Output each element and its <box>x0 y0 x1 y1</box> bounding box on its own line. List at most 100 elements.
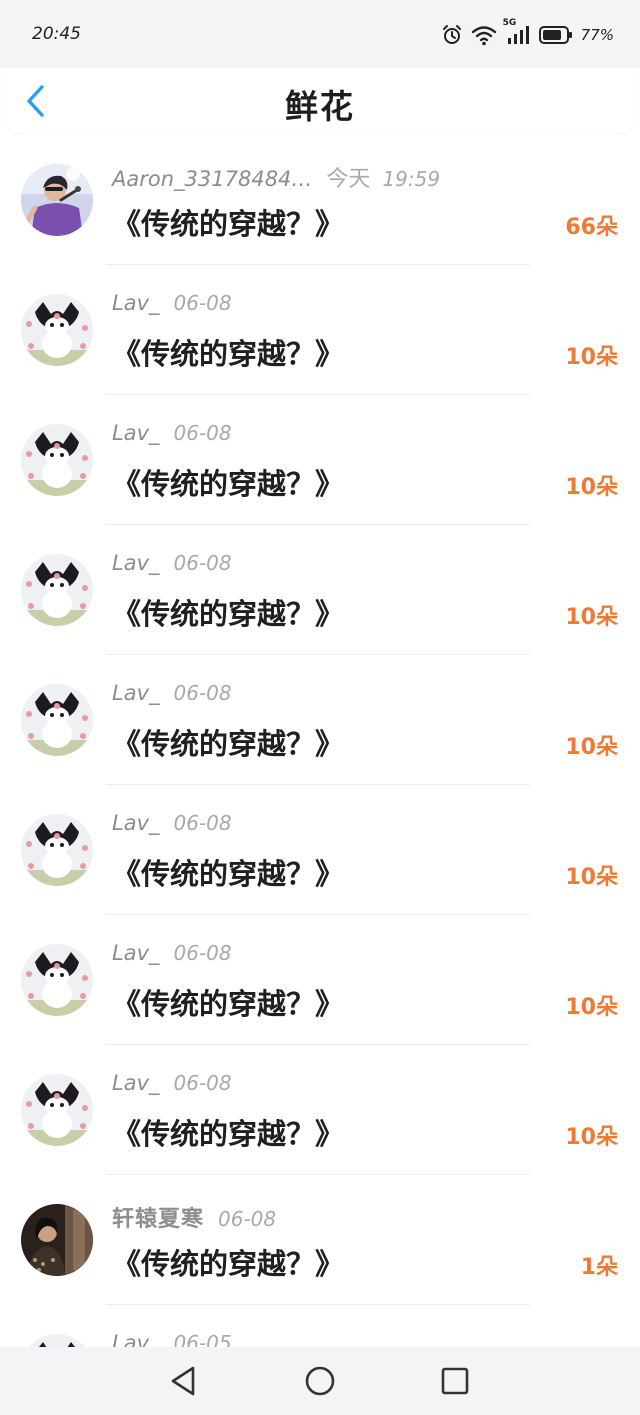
post-date: 06-08 <box>173 551 232 575</box>
user-avatar[interactable] <box>21 424 93 496</box>
list-item[interactable]: Lav_ 06-08 《传统的穿越？》 10朵 <box>0 265 640 395</box>
book-title[interactable]: 《传统的穿越？》 <box>112 461 344 503</box>
kuromi-avatar <box>21 684 93 756</box>
flower-count: 66朵 <box>565 215 618 240</box>
recent-square-icon <box>441 1367 469 1395</box>
app-header: 鲜花 <box>2 68 638 134</box>
user-name[interactable]: Lav_ <box>112 1071 160 1095</box>
book-title[interactable]: 《传统的穿越？》 <box>112 721 344 763</box>
user-name[interactable]: Lav_ <box>112 1331 160 1347</box>
book-title[interactable]: 《传统的穿越？》 <box>112 1111 344 1153</box>
kuromi-avatar <box>21 1334 93 1347</box>
user-name[interactable]: Lav_ <box>112 421 160 445</box>
user-name[interactable]: Aaron_33178484… <box>112 167 312 191</box>
user-name[interactable]: Lav_ <box>112 811 160 835</box>
post-date: 06-05 <box>173 1331 232 1347</box>
user-name[interactable]: Lav_ <box>112 291 160 315</box>
item-meta: Lav_ 06-08 <box>112 681 232 705</box>
list-item[interactable]: Lav_ 06-08 《传统的穿越？》 10朵 <box>0 785 640 915</box>
flower-count: 10朵 <box>565 865 618 890</box>
battery-icon <box>538 25 573 45</box>
book-title[interactable]: 《传统的穿越？》 <box>112 851 344 893</box>
nav-home-button[interactable] <box>302 1363 338 1399</box>
kuromi-avatar <box>21 424 93 496</box>
page-title: 鲜花 <box>285 87 355 126</box>
battery-percentage: 77% <box>580 26 614 44</box>
kuromi-avatar <box>21 814 93 886</box>
user-avatar[interactable] <box>21 1074 93 1146</box>
flower-count: 10朵 <box>565 1125 618 1150</box>
item-meta: Lav_ 06-05 <box>112 1331 232 1347</box>
kuromi-avatar <box>21 294 93 366</box>
list-item[interactable]: Lav_ 06-08 《传统的穿越？》 10朵 <box>0 655 640 785</box>
post-date: 今天 19:59 <box>326 161 440 193</box>
user-avatar[interactable] <box>21 164 93 236</box>
list-item[interactable]: Lav_ 06-05 <box>0 1305 640 1347</box>
list-item[interactable]: Lav_ 06-08 《传统的穿越？》 10朵 <box>0 525 640 655</box>
user-avatar[interactable] <box>21 814 93 886</box>
item-meta: 轩辕夏寒 06-08 <box>112 1201 276 1233</box>
screen: 20:45 5G 77% 鲜花 Aaron_33178484… 今天 19:59… <box>0 0 640 1415</box>
user-name[interactable]: Lav_ <box>112 551 160 575</box>
alarm-icon <box>441 24 463 46</box>
signal-icon: 5G <box>503 18 531 46</box>
list-item[interactable]: 轩辕夏寒 06-08 《传统的穿越？》 1朵 <box>0 1175 640 1305</box>
item-meta: Lav_ 06-08 <box>112 941 232 965</box>
network-type: 5G <box>502 18 517 28</box>
user-avatar[interactable] <box>21 1334 93 1347</box>
post-date: 06-08 <box>173 291 232 315</box>
flower-count: 1朵 <box>580 1255 618 1280</box>
nav-recent-button[interactable] <box>437 1363 473 1399</box>
photo-avatar-singer <box>21 164 93 236</box>
user-avatar[interactable] <box>21 684 93 756</box>
user-avatar[interactable] <box>21 294 93 366</box>
system-navigation-bar <box>0 1347 640 1415</box>
home-circle-icon <box>305 1366 335 1396</box>
item-meta: Lav_ 06-08 <box>112 291 232 315</box>
user-avatar[interactable] <box>21 944 93 1016</box>
item-meta: Lav_ 06-08 <box>112 1071 232 1095</box>
list-item[interactable]: Lav_ 06-08 《传统的穿越？》 10朵 <box>0 395 640 525</box>
book-title[interactable]: 《传统的穿越？》 <box>112 591 344 633</box>
nav-back-button[interactable] <box>165 1363 201 1399</box>
status-bar: 20:45 5G 77% <box>0 0 640 68</box>
flower-count: 10朵 <box>565 995 618 1020</box>
user-name[interactable]: Lav_ <box>112 941 160 965</box>
book-title[interactable]: 《传统的穿越？》 <box>112 981 344 1023</box>
date-time: 19:59 <box>382 167 441 191</box>
book-title[interactable]: 《传统的穿越？》 <box>112 331 344 373</box>
book-title[interactable]: 《传统的穿越？》 <box>112 1241 344 1283</box>
kuromi-avatar <box>21 944 93 1016</box>
user-name[interactable]: 轩辕夏寒 <box>112 1201 204 1233</box>
user-avatar[interactable] <box>21 1204 93 1276</box>
book-title[interactable]: 《传统的穿越？》 <box>112 201 344 243</box>
kuromi-avatar <box>21 1074 93 1146</box>
post-date: 06-08 <box>173 1071 232 1095</box>
post-date: 06-08 <box>173 421 232 445</box>
kuromi-avatar <box>21 554 93 626</box>
photo-avatar-woman <box>21 1204 93 1276</box>
flower-count: 10朵 <box>565 475 618 500</box>
item-meta: Aaron_33178484… 今天 19:59 <box>112 161 440 193</box>
list-item[interactable]: Lav_ 06-08 《传统的穿越？》 10朵 <box>0 915 640 1045</box>
status-icons: 5G 77% <box>441 18 614 48</box>
list-item[interactable]: Lav_ 06-08 《传统的穿越？》 10朵 <box>0 1045 640 1175</box>
wifi-icon <box>471 24 497 46</box>
flower-count: 10朵 <box>565 605 618 630</box>
item-meta: Lav_ 06-08 <box>112 421 232 445</box>
date-prefix: 今天 <box>326 167 371 192</box>
post-date: 06-08 <box>218 1207 277 1231</box>
list-item[interactable]: Aaron_33178484… 今天 19:59 《传统的穿越？》 66朵 <box>0 135 640 265</box>
user-avatar[interactable] <box>21 554 93 626</box>
post-date: 06-08 <box>173 941 232 965</box>
item-meta: Lav_ 06-08 <box>112 551 232 575</box>
item-meta: Lav_ 06-08 <box>112 811 232 835</box>
post-date: 06-08 <box>173 811 232 835</box>
post-date: 06-08 <box>173 681 232 705</box>
flower-gift-list[interactable]: Aaron_33178484… 今天 19:59 《传统的穿越？》 66朵 La… <box>0 135 640 1347</box>
back-triangle-icon <box>171 1366 195 1396</box>
flower-count: 10朵 <box>565 735 618 760</box>
user-name[interactable]: Lav_ <box>112 681 160 705</box>
status-time: 20:45 <box>32 24 81 44</box>
flower-count: 10朵 <box>565 345 618 370</box>
